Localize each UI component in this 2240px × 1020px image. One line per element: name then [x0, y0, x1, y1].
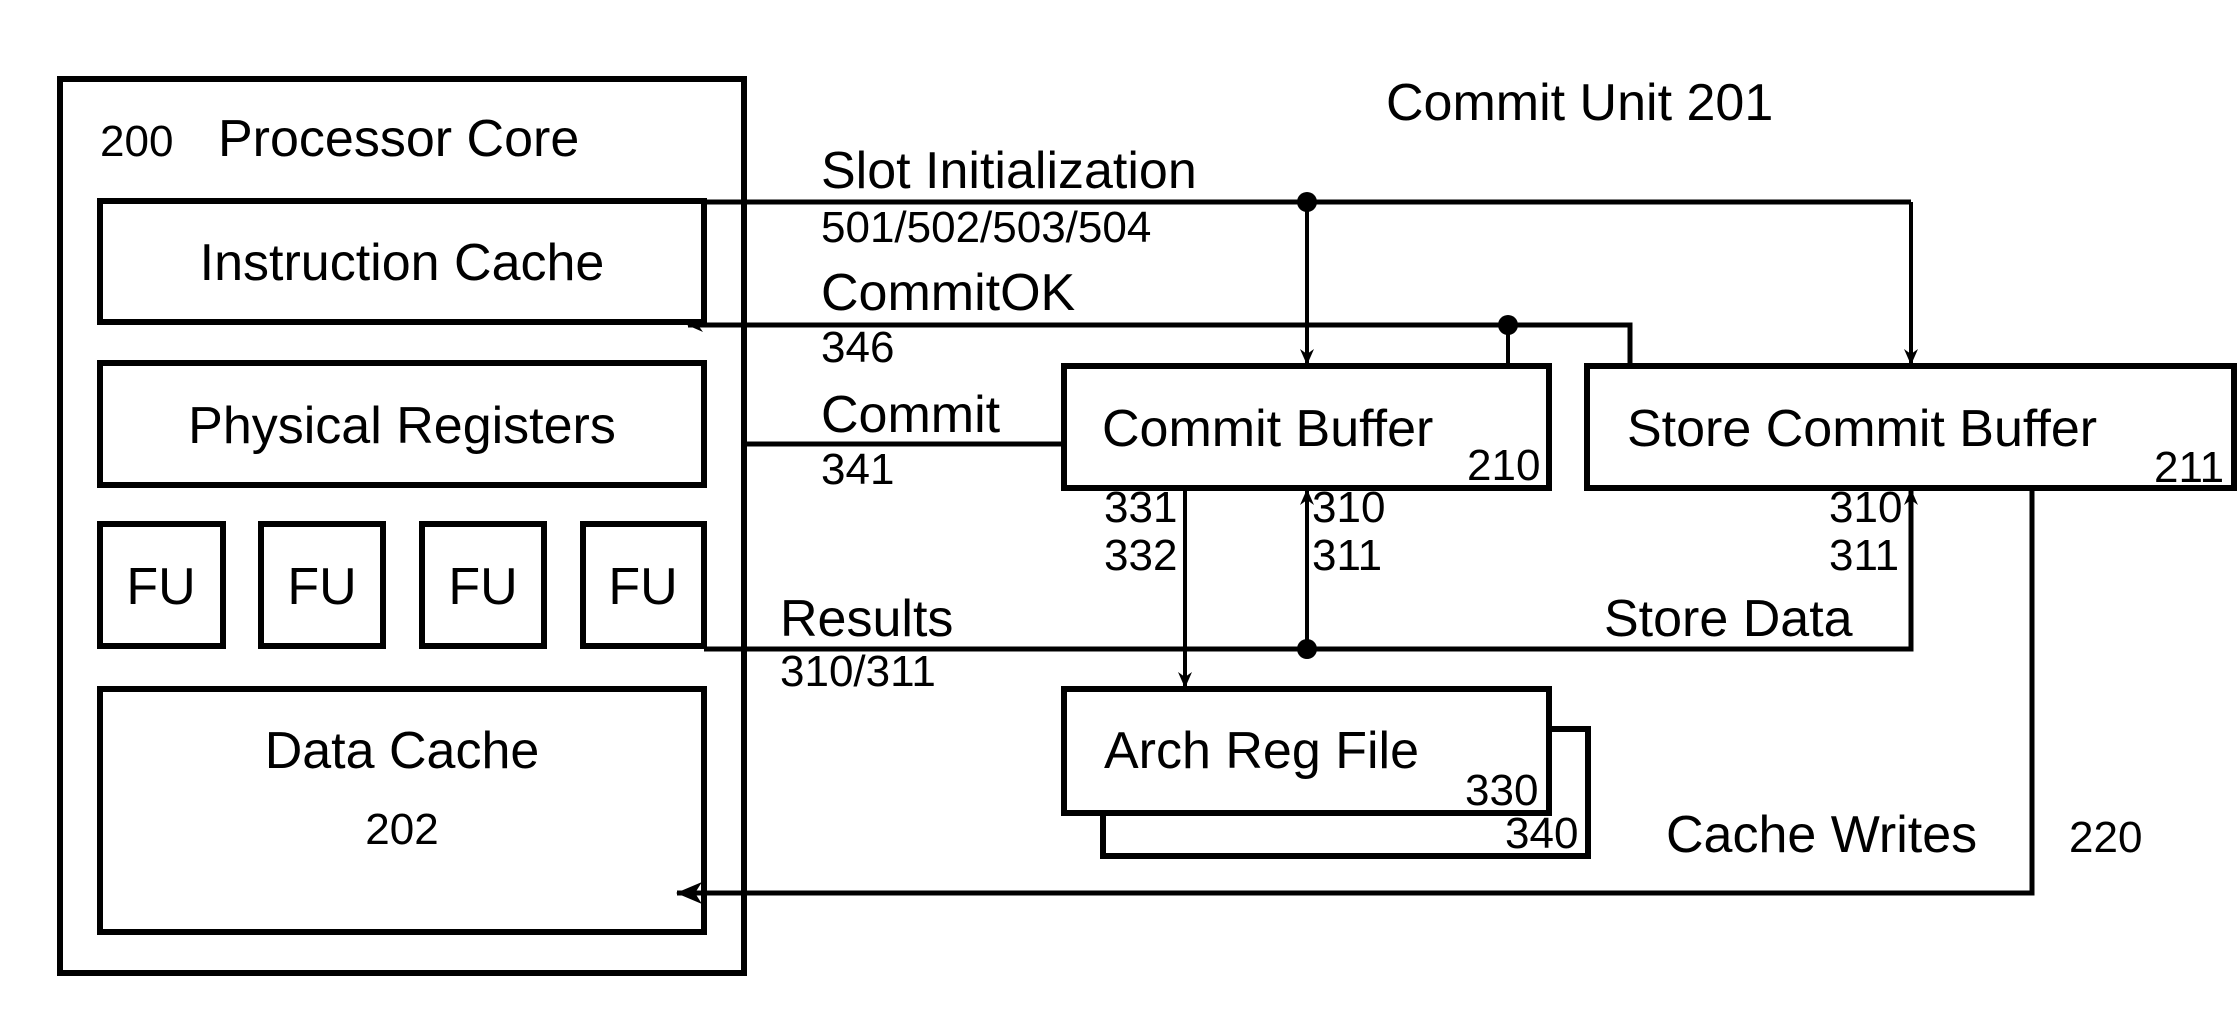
- arch-reg-file-number: 330: [1465, 766, 1538, 815]
- cache-writes-number: 220: [2069, 813, 2142, 862]
- commit-unit-diagram: 200 Processor Core Instruction Cache Phy…: [57, 74, 2237, 976]
- fu-label-2: FU: [287, 558, 356, 616]
- commit-label: Commit: [821, 386, 1001, 444]
- fu-label-1: FU: [126, 558, 195, 616]
- commit-buffer-number: 210: [1467, 441, 1540, 490]
- commit-ok-label: CommitOK: [821, 264, 1076, 322]
- processor-core-title: Processor Core: [218, 110, 579, 168]
- results-scb-number-1: 310: [1829, 483, 1902, 532]
- commit-ok-number: 346: [821, 323, 894, 372]
- arch-reg-file-label: Arch Reg File: [1104, 722, 1419, 780]
- commit-buffer-label: Commit Buffer: [1102, 400, 1433, 458]
- results-scb-number-2: 311: [1829, 531, 1899, 580]
- results-number: 310/311: [780, 647, 936, 696]
- slot-init-label: Slot Initialization: [821, 142, 1197, 200]
- instruction-cache-label: Instruction Cache: [200, 234, 605, 292]
- commit-unit-title: Commit Unit 201: [1386, 74, 1773, 132]
- processor-core-number: 200: [100, 117, 173, 166]
- fu-label-4: FU: [608, 558, 677, 616]
- physical-registers-label: Physical Registers: [188, 397, 616, 455]
- arch-write-number-2: 332: [1104, 531, 1177, 580]
- store-data-label: Store Data: [1604, 590, 1853, 648]
- results-cb-number-1: 310: [1312, 483, 1385, 532]
- slot-init-number: 501/502/503/504: [821, 203, 1151, 252]
- store-commit-buffer-number: 211: [2154, 443, 2224, 492]
- cache-writes-label: Cache Writes: [1666, 806, 1977, 864]
- results-cb-number-2: 311: [1312, 531, 1382, 580]
- data-cache-number: 202: [365, 805, 438, 854]
- arch-write-number-1: 331: [1104, 483, 1177, 532]
- commit-number: 341: [821, 445, 894, 494]
- arch-reg-file-shadow-number: 340: [1505, 809, 1578, 858]
- fu-label-3: FU: [448, 558, 517, 616]
- data-cache-label: Data Cache: [265, 722, 540, 780]
- store-commit-buffer-label: Store Commit Buffer: [1627, 400, 2097, 458]
- results-label: Results: [780, 590, 953, 648]
